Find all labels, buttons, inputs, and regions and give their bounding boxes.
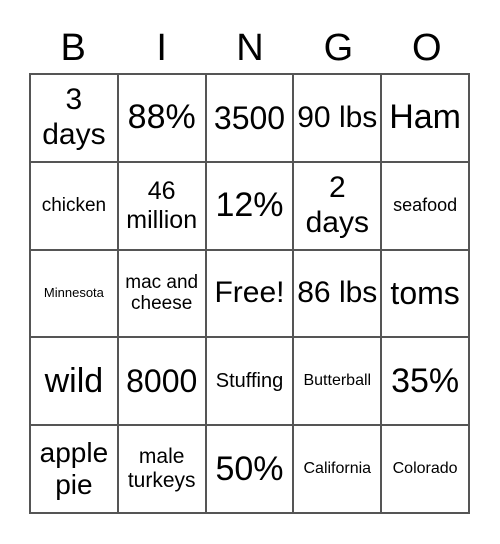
bingo-cell[interactable]: mac and cheese — [117, 249, 206, 338]
header-letter: G — [323, 27, 354, 69]
bingo-cell[interactable]: Free! — [205, 249, 294, 338]
bingo-cell[interactable]: Ham — [381, 74, 469, 162]
bingo-cell[interactable]: 35% — [381, 337, 469, 426]
bingo-cell[interactable]: Minnesota — [30, 249, 118, 338]
bingo-cell[interactable]: 12% — [205, 161, 294, 250]
bingo-cell[interactable]: 8000 — [117, 337, 206, 426]
bingo-cell[interactable]: toms — [381, 249, 469, 338]
header-letter: B — [60, 27, 86, 69]
bingo-cell[interactable]: 46 million — [117, 161, 206, 250]
bingo-cell[interactable]: wild — [30, 337, 118, 426]
bingo-cell[interactable]: chicken — [30, 161, 118, 250]
bingo-cell[interactable]: 3500 — [205, 74, 294, 162]
bingo-cell[interactable]: 2 days — [293, 161, 382, 250]
bingo-cell[interactable]: Stuffing — [205, 337, 294, 426]
header-letter: I — [156, 27, 167, 69]
bingo-header: BINGO — [29, 26, 471, 70]
bingo-cell[interactable]: apple pie — [30, 425, 118, 513]
header-letter: O — [412, 27, 442, 69]
bingo-cell[interactable]: 86 lbs — [293, 249, 382, 338]
bingo-cell[interactable]: 3 days — [30, 74, 118, 162]
bingo-cell[interactable]: Colorado — [381, 425, 469, 513]
bingo-cell[interactable]: seafood — [381, 161, 469, 250]
bingo-cell[interactable]: male turkeys — [117, 425, 206, 513]
bingo-cell[interactable]: 50% — [205, 425, 294, 513]
bingo-grid: 3 days 88% 3500 90 lbs Ham chicken 46 million 1… — [29, 73, 470, 514]
header-letter: N — [236, 27, 264, 69]
bingo-cell[interactable]: 90 lbs — [293, 74, 382, 162]
bingo-cell[interactable]: Butterball — [293, 337, 382, 426]
bingo-cell[interactable]: 88% — [117, 74, 206, 162]
bingo-cell[interactable]: California — [293, 425, 382, 513]
